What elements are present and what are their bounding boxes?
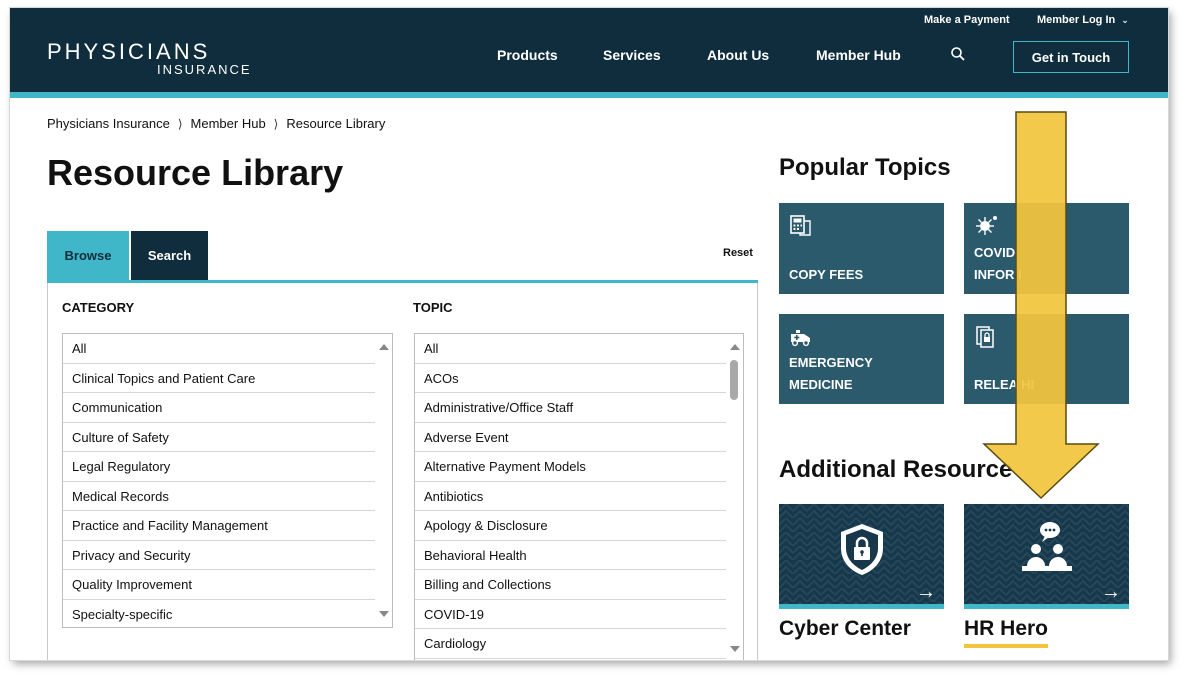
hr-hero-link[interactable]: HR Hero (964, 617, 1048, 641)
list-item[interactable]: Antibiotics (415, 482, 726, 511)
nav-services[interactable]: Services (603, 47, 661, 63)
list-item[interactable]: Alternative Payment Models (415, 452, 726, 482)
list-item[interactable]: All (63, 334, 375, 364)
category-listbox[interactable]: All Clinical Topics and Patient Care Com… (62, 333, 393, 628)
annotation-arrow-icon (982, 111, 1100, 500)
breadcrumb-home[interactable]: Physicians Insurance (47, 116, 170, 131)
list-item[interactable]: Cardiology (415, 629, 726, 659)
hr-hero-highlight-underline (964, 644, 1048, 648)
topic-listbox[interactable]: All ACOs Administrative/Office Staff Adv… (414, 333, 744, 660)
additional-resources-title: Additional Resource (779, 456, 1013, 483)
site-header: PHYSICIANS INSURANCE Make a Payment Memb… (10, 8, 1168, 92)
list-item[interactable]: Communication (63, 393, 375, 423)
list-item[interactable]: Specialty-specific (63, 600, 375, 628)
list-item[interactable]: Adverse Event (415, 423, 726, 452)
header-accent-stripe (10, 92, 1168, 98)
list-item[interactable]: ACOs (415, 364, 726, 393)
logo-subtitle: INSURANCE (157, 62, 252, 77)
list-item[interactable]: Administrative/Office Staff (415, 393, 726, 423)
tab-search[interactable]: Search (131, 231, 208, 280)
list-item[interactable]: Legal Regulatory (63, 452, 375, 482)
list-item[interactable]: Billing and Collections (415, 570, 726, 600)
card-accent-strip (779, 604, 944, 609)
popular-topics-title: Popular Topics (779, 154, 951, 181)
scroll-up-icon[interactable] (379, 344, 389, 350)
people-chat-icon (1022, 522, 1072, 571)
page-title: Resource Library (47, 152, 344, 193)
ambulance-icon (791, 330, 810, 347)
scroll-up-icon[interactable] (730, 344, 740, 350)
browser-page: PHYSICIANS INSURANCE Make a Payment Memb… (10, 8, 1168, 660)
list-item[interactable]: Apology & Disclosure (415, 511, 726, 541)
search-icon[interactable] (950, 46, 966, 62)
card-label: COPY FEES (789, 267, 864, 282)
nav-about-us[interactable]: About Us (707, 47, 769, 63)
member-login-link[interactable]: Member Log In ⌄ (1037, 14, 1129, 26)
hr-hero-card[interactable]: → (964, 504, 1129, 608)
shield-lock-icon (841, 524, 883, 575)
list-item[interactable]: Privacy and Security (63, 541, 375, 570)
breadcrumb: Physicians Insurance ⟩ Member Hub ⟩ Reso… (47, 116, 385, 131)
nav-member-hub[interactable]: Member Hub (816, 47, 901, 63)
calculator-icon (790, 215, 811, 236)
cyber-center-link[interactable]: Cyber Center (779, 617, 911, 641)
chevron-down-icon: ⌄ (1121, 15, 1129, 25)
list-item[interactable]: All (415, 334, 726, 364)
list-item[interactable]: Clinical Topics and Patient Care (63, 364, 375, 393)
card-accent-strip (964, 604, 1129, 609)
list-item[interactable]: Culture of Safety (63, 423, 375, 452)
list-item[interactable]: COVID-19 (415, 600, 726, 629)
breadcrumb-current: Resource Library (286, 116, 386, 131)
member-login-label: Member Log In (1037, 14, 1116, 26)
reset-link[interactable]: Reset (723, 247, 753, 259)
category-scrollbar[interactable] (375, 334, 392, 627)
list-item[interactable]: Quality Improvement (63, 570, 375, 600)
scroll-down-icon[interactable] (730, 646, 740, 652)
popular-card-emergency-medicine[interactable]: EMERGENCY MEDICINE (779, 314, 944, 404)
make-payment-link[interactable]: Make a Payment (924, 14, 1010, 26)
popular-card-copy-fees[interactable]: COPY FEES (779, 203, 944, 294)
list-item[interactable]: Practice and Facility Management (63, 511, 375, 541)
card-label: EMERGENCY MEDICINE (789, 355, 873, 392)
topic-heading: TOPIC (413, 300, 453, 315)
category-heading: CATEGORY (62, 300, 135, 315)
arrow-right-icon: → (1101, 581, 1121, 603)
topic-scrollbar[interactable] (726, 334, 743, 660)
list-item[interactable]: Medical Records (63, 482, 375, 511)
nav-products[interactable]: Products (497, 47, 558, 63)
list-item[interactable]: Behavioral Health (415, 541, 726, 570)
chevron-right-icon: ⟩ (177, 116, 183, 131)
chevron-right-icon: ⟩ (273, 116, 279, 131)
scroll-down-icon[interactable] (379, 611, 389, 617)
get-in-touch-button[interactable]: Get in Touch (1013, 41, 1129, 73)
breadcrumb-member-hub[interactable]: Member Hub (191, 116, 266, 131)
tab-browse[interactable]: Browse (47, 231, 129, 280)
cyber-center-card[interactable]: → (779, 504, 944, 608)
arrow-right-icon: → (916, 581, 936, 603)
scroll-thumb[interactable] (730, 360, 738, 400)
